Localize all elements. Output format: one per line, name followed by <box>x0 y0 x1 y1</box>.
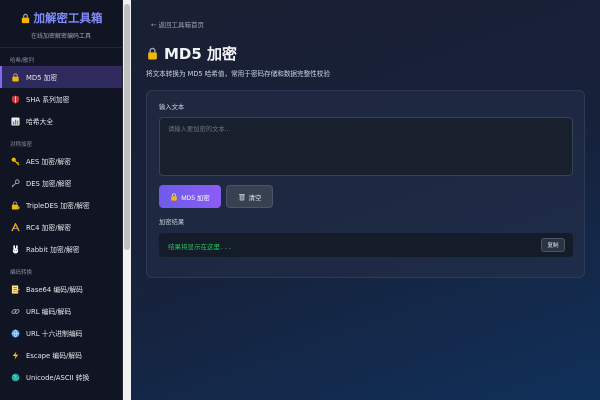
sidebar-item-sha[interactable]: SHA 系列加密 <box>0 88 122 110</box>
sidebar-item-des[interactable]: DES 加密/解密 <box>0 172 122 194</box>
globe-icon <box>11 373 20 382</box>
page-title: MD5 加密 <box>146 43 237 64</box>
memo-icon <box>11 284 20 294</box>
scrollbar-thumb[interactable] <box>124 4 130 250</box>
sidebar-item-label: MD5 加密 <box>26 74 58 82</box>
sidebar-item-label: TripleDES 加密/解密 <box>26 202 90 210</box>
sidebar-item-label: URL 编码/解码 <box>26 308 72 316</box>
lock-icon <box>20 13 31 24</box>
main-content: ← 返回工具箱首页 MD5 加密 将文本转换为 MD5 哈希值，常用于密码存储和… <box>131 0 600 400</box>
tool-card: 输入文本 MD5 加密 清空 加密结果 结果将显示在这里... 复制 <box>146 90 585 278</box>
locked-key-icon <box>11 200 20 210</box>
sidebar-item-unicode[interactable]: Unicode/ASCII 转换 <box>0 366 122 388</box>
shield-icon <box>11 94 20 104</box>
result-output: 结果将显示在这里... <box>168 243 232 251</box>
text-input[interactable] <box>159 117 573 176</box>
sidebar-item-label: URL 十六进制编码 <box>26 330 83 338</box>
globe-icon <box>11 328 20 338</box>
sidebar-item-aes[interactable]: AES 加密/解密 <box>0 150 122 172</box>
clear-button[interactable]: 清空 <box>226 185 273 208</box>
sidebar-item-rabbit[interactable]: Rabbit 加密/解密 <box>0 238 122 260</box>
sidebar-item-label: Unicode/ASCII 转换 <box>26 374 90 382</box>
ribbon-icon <box>11 222 20 232</box>
section-label: 哈希/散列 <box>10 58 34 64</box>
back-link[interactable]: ← 返回工具箱首页 <box>151 19 204 29</box>
key-icon <box>11 157 20 166</box>
sidebar-item-label: 哈希大全 <box>26 118 54 126</box>
sidebar-item-hash-all[interactable]: 哈希大全 <box>0 110 122 132</box>
result-label: 加密结果 <box>159 219 185 226</box>
lock-icon <box>170 192 178 201</box>
sidebar-item-label: AES 加密/解密 <box>26 158 71 166</box>
app-title: 加解密工具箱 <box>0 10 122 26</box>
page-description: 将文本转换为 MD5 哈希值，常用于密码存储和数据完整性校验 <box>146 70 330 78</box>
sidebar-item-rc4[interactable]: RC4 加密/解密 <box>0 216 122 238</box>
result-box: 结果将显示在这里... 复制 <box>159 233 573 257</box>
sidebar-item-label: RC4 加密/解密 <box>26 224 72 232</box>
md5-encrypt-button[interactable]: MD5 加密 <box>159 185 221 208</box>
app-subtitle: 在线加密解密编码工具 <box>30 33 91 40</box>
lock-icon <box>11 72 20 82</box>
sidebar-item-url-hex[interactable]: URL 十六进制编码 <box>0 322 122 344</box>
bar-chart-icon <box>11 116 20 126</box>
sidebar-scrollbar[interactable] <box>123 0 131 400</box>
trash-icon <box>238 193 246 201</box>
section-label: 编码转换 <box>10 270 33 276</box>
input-label: 输入文本 <box>159 104 185 111</box>
old-key-icon <box>11 178 20 188</box>
brand: 加解密工具箱 在线加密解密编码工具 <box>0 0 122 48</box>
lightning-icon <box>11 350 20 360</box>
section-label: 对称加密 <box>10 142 33 148</box>
link-icon <box>11 307 20 316</box>
sidebar-item-md5[interactable]: MD5 加密 <box>0 66 122 88</box>
sidebar-item-label: SHA 系列加密 <box>26 96 70 104</box>
sidebar: 加解密工具箱 在线加密解密编码工具 哈希/散列 MD5 加密 SHA 系列加密 … <box>0 0 123 400</box>
sidebar-item-label: DES 加密/解密 <box>26 180 72 188</box>
sidebar-item-base64[interactable]: Base64 编码/解码 <box>0 278 122 300</box>
sidebar-item-label: Escape 编码/解码 <box>26 352 82 360</box>
rabbit-icon <box>11 244 20 254</box>
sidebar-item-tripledes[interactable]: TripleDES 加密/解密 <box>0 194 122 216</box>
lock-icon <box>146 47 159 60</box>
sidebar-item-escape[interactable]: Escape 编码/解码 <box>0 344 122 366</box>
sidebar-item-label: Base64 编码/解码 <box>26 286 83 294</box>
sidebar-item-url[interactable]: URL 编码/解码 <box>0 300 122 322</box>
sidebar-item-label: Rabbit 加密/解密 <box>26 246 80 254</box>
copy-button[interactable]: 复制 <box>541 238 565 252</box>
